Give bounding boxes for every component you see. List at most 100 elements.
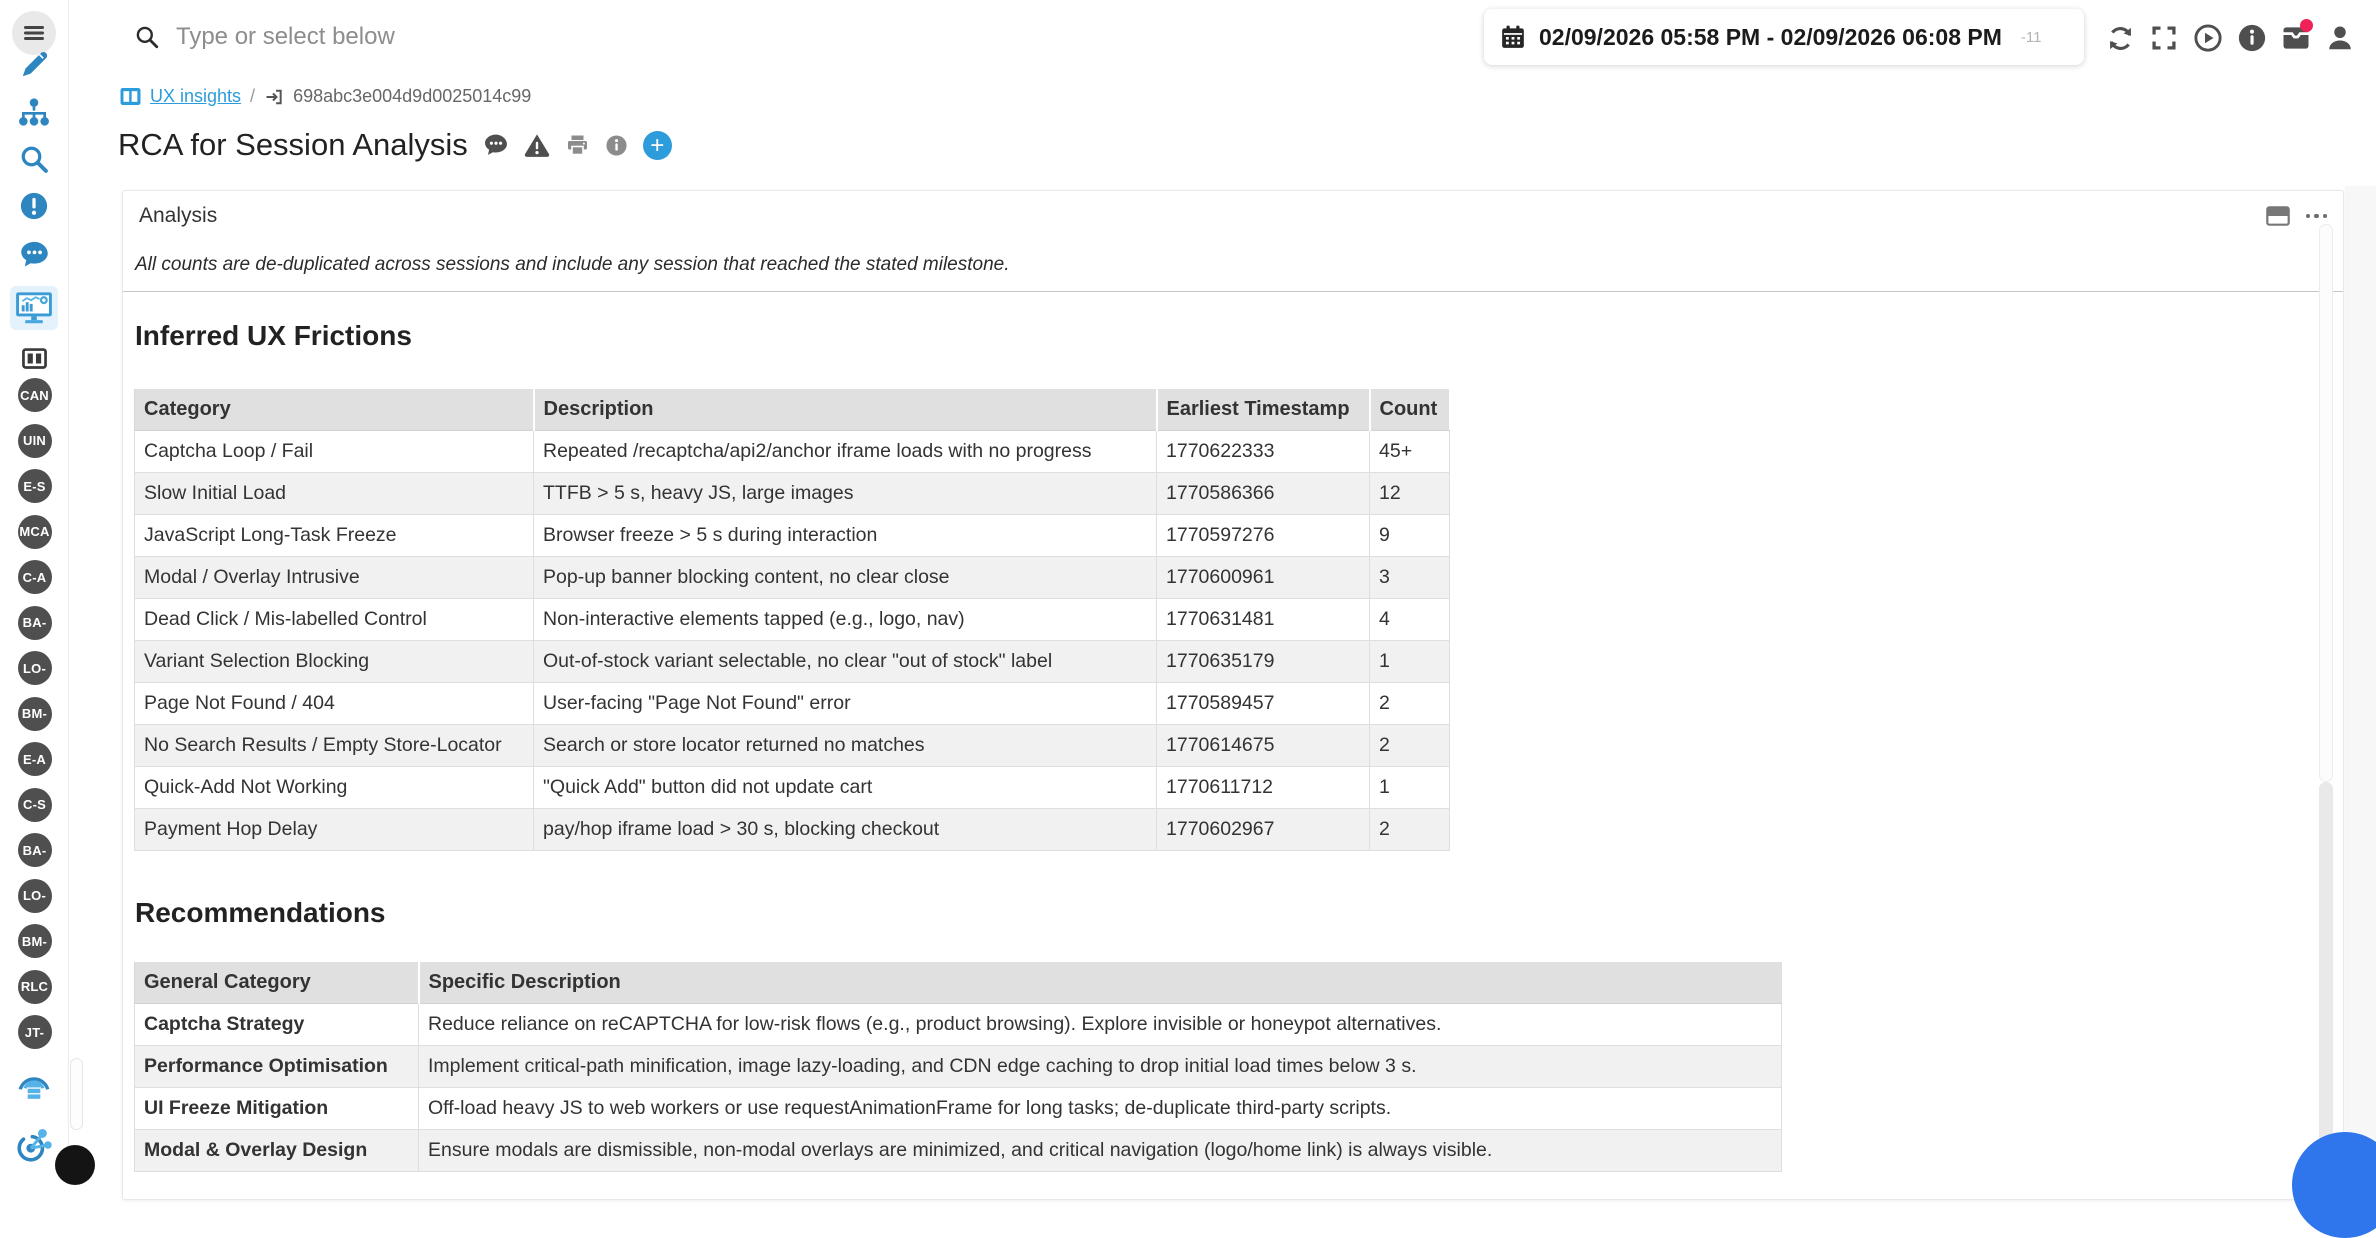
table-cell: 1 — [1370, 767, 1450, 809]
search-nav-icon[interactable] — [13, 142, 55, 176]
info-small-icon[interactable] — [605, 134, 628, 157]
table-cell: 1770600961 — [1157, 557, 1370, 599]
user-icon[interactable] — [2324, 22, 2356, 54]
panel-menu-icon[interactable] — [2306, 214, 2328, 219]
search-icon — [134, 24, 160, 50]
table-cell: User-facing "Page Not Found" error — [534, 683, 1157, 725]
sidebar-avatar[interactable]: E-S — [18, 469, 52, 503]
sidebar-avatar[interactable]: C-A — [18, 560, 52, 594]
table-cell: UI Freeze Mitigation — [135, 1088, 419, 1130]
network-share-icon[interactable] — [13, 1128, 55, 1162]
info-icon[interactable] — [2236, 22, 2268, 54]
table-cell: Reduce reliance on reCAPTCHA for low-ris… — [419, 1004, 1782, 1046]
table-cell: 3 — [1370, 557, 1450, 599]
calendar-icon — [1500, 24, 1526, 50]
breadcrumb-separator: / — [250, 86, 255, 107]
sidebar-avatar[interactable]: CAN — [18, 378, 52, 412]
fullscreen-icon[interactable] — [2148, 22, 2180, 54]
table-cell: 9 — [1370, 515, 1450, 557]
breadcrumb-root-link[interactable]: UX insights — [150, 86, 241, 107]
table-cell: 1770586366 — [1157, 473, 1370, 515]
table-cell: TTFB > 5 s, heavy JS, large images — [534, 473, 1157, 515]
print-icon[interactable] — [565, 133, 590, 157]
table-cell: 1770622333 — [1157, 431, 1370, 473]
data-stream-icon[interactable] — [13, 1066, 55, 1100]
sidebar-avatar[interactable]: LO- — [18, 651, 52, 685]
table-cell: Repeated /recaptcha/api2/anchor iframe l… — [534, 431, 1157, 473]
panel-scrollbar-thumb[interactable] — [2319, 224, 2333, 782]
table-cell: "Quick Add" button did not update cart — [534, 767, 1157, 809]
analysis-note: All counts are de-duplicated across sess… — [135, 254, 2329, 276]
col-earliest-timestamp: Earliest Timestamp — [1157, 389, 1370, 431]
table-cell: Slow Initial Load — [135, 473, 534, 515]
bottom-left-fab[interactable] — [55, 1145, 95, 1185]
col-general-category: General Category — [135, 962, 419, 1004]
table-cell: 1770631481 — [1157, 599, 1370, 641]
sidebar-avatar[interactable]: C-S — [18, 788, 52, 822]
date-range-value: 02/09/2026 05:58 PM - 02/09/2026 06:08 P… — [1539, 24, 2002, 51]
table-cell: 2 — [1370, 725, 1450, 767]
table-cell: No Search Results / Empty Store-Locator — [135, 725, 534, 767]
table-cell: pay/hop iframe load > 30 s, blocking che… — [534, 809, 1157, 851]
inbox-icon[interactable] — [2280, 22, 2312, 54]
topbar: 02/09/2026 05:58 PM - 02/09/2026 06:08 P… — [70, 0, 2376, 74]
sitemap-icon[interactable] — [13, 95, 55, 129]
table-cell: Non-interactive elements tapped (e.g., l… — [534, 599, 1157, 641]
comment-icon[interactable] — [483, 133, 509, 157]
table-cell: 1 — [1370, 641, 1450, 683]
sidebar-scrollbar-thumb[interactable] — [70, 1058, 83, 1130]
sidebar-avatar[interactable]: BM- — [18, 697, 52, 731]
play-icon[interactable] — [2192, 22, 2224, 54]
warning-icon[interactable] — [524, 133, 550, 157]
table-cell: Modal / Overlay Intrusive — [135, 557, 534, 599]
table-cell: Browser freeze > 5 s during interaction — [534, 515, 1157, 557]
friction-row: Payment Hop Delaypay/hop iframe load > 3… — [135, 809, 1450, 851]
table-cell: 12 — [1370, 473, 1450, 515]
table-cell: Captcha Strategy — [135, 1004, 419, 1046]
sidebar-avatar[interactable]: RLC — [18, 970, 52, 1004]
table-cell: 1770611712 — [1157, 767, 1370, 809]
sidebar-avatar[interactable]: E-A — [18, 742, 52, 776]
page-scrollbar-thumb[interactable] — [2319, 782, 2333, 1164]
sidebar-avatar[interactable]: JT- — [18, 1015, 52, 1049]
table-cell: 45+ — [1370, 431, 1450, 473]
sidebar-avatar[interactable]: LO- — [18, 879, 52, 913]
sidebar-avatar[interactable]: MCA — [18, 515, 52, 549]
search-input[interactable] — [174, 22, 1324, 52]
sidebar-avatar[interactable]: BA- — [18, 833, 52, 867]
alert-circle-icon[interactable] — [13, 189, 55, 223]
date-range-picker[interactable]: 02/09/2026 05:58 PM - 02/09/2026 06:08 P… — [1484, 9, 2084, 65]
friction-row: Page Not Found / 404User-facing "Page No… — [135, 683, 1450, 725]
sidebar-avatar[interactable]: UIN — [18, 424, 52, 458]
table-cell: Payment Hop Delay — [135, 809, 534, 851]
table-cell: Pop-up banner blocking content, no clear… — [534, 557, 1157, 599]
sidebar-avatar[interactable]: BM- — [18, 924, 52, 958]
friction-row: No Search Results / Empty Store-LocatorS… — [135, 725, 1450, 767]
table-cell: 1770614675 — [1157, 725, 1370, 767]
sidebar-avatar[interactable]: BA- — [18, 606, 52, 640]
refresh-icon[interactable] — [2104, 22, 2136, 54]
chat-bubble-icon[interactable] — [13, 237, 55, 271]
recommendations-header-row: General Category Specific Description — [135, 962, 1782, 1004]
recommendations-heading: Recommendations — [135, 897, 2343, 929]
col-specific-description: Specific Description — [419, 962, 1782, 1004]
table-cell: 1770589457 — [1157, 683, 1370, 725]
recommendation-row: Performance OptimisationImplement critic… — [135, 1046, 1782, 1088]
table-cell: Dead Click / Mis-labelled Control — [135, 599, 534, 641]
friction-row: Captcha Loop / FailRepeated /recaptcha/a… — [135, 431, 1450, 473]
frictions-header-row: Category Description Earliest Timestamp … — [135, 389, 1450, 431]
dashboard-monitor-icon[interactable] — [10, 286, 58, 330]
kanban-board-icon[interactable] — [13, 341, 55, 375]
breadcrumb: UX insights / 698abc3e004d9d0025014c99 — [120, 86, 531, 107]
friction-row: Quick-Add Not Working"Quick Add" button … — [135, 767, 1450, 809]
sign-in-icon — [264, 87, 284, 107]
add-panel-button[interactable]: + — [643, 131, 672, 160]
table-cell: 1770635179 — [1157, 641, 1370, 683]
date-offset-label: -11 — [2021, 29, 2042, 46]
notification-dot — [2300, 19, 2313, 32]
window-view-icon[interactable] — [2266, 206, 2290, 226]
sidebar: CAN UIN E-S MCA C-A BA- LO- BM- E-A C-S BA- LO- BM- R… — [0, 0, 69, 1164]
table-cell: 4 — [1370, 599, 1450, 641]
edit-pencil-icon[interactable] — [13, 48, 55, 82]
col-description: Description — [534, 389, 1157, 431]
